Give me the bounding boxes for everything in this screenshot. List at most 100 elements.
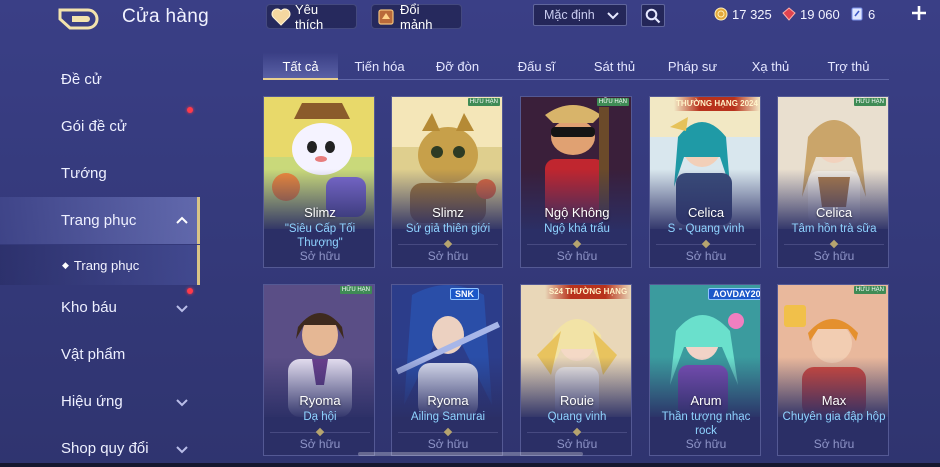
owned-status: Sở hữu [685, 437, 727, 451]
active-tab-indicator [263, 78, 338, 80]
skin-grid: Slimz "Siêu Cấp Tối Thượng" Sở hữu HỮU H… [263, 96, 889, 467]
hero-name: Slimz [304, 205, 336, 220]
skin-card[interactable]: THƯỜNG HẠNG 2024 Celica S - Quang vinh S… [649, 96, 761, 268]
voucher-currency: 6 [850, 6, 875, 22]
tab-assassin[interactable]: Sát thủ [577, 52, 652, 80]
sort-dropdown[interactable]: Mặc định [533, 4, 627, 26]
plus-icon[interactable] [908, 2, 930, 24]
voucher-amount: 6 [868, 6, 876, 22]
skin-name: Tâm hồn trà sữa [791, 223, 877, 235]
hero-name: Slimz [432, 205, 464, 220]
tab-support[interactable]: Trợ thủ [811, 52, 886, 80]
owned-status: Sở hữu [556, 249, 598, 263]
gold-amount: 17 325 [732, 6, 772, 22]
skin-card[interactable]: HỮU HẠN Ryoma Dạ hội Sở hữu [263, 284, 375, 456]
limited-badge: HỮU HẠN [596, 98, 629, 106]
skin-name: Quang vinh [547, 411, 607, 423]
skin-name: Thần tượng nhạc rock [661, 411, 751, 437]
heart-icon [271, 7, 291, 27]
favorites-label: Yêu thích [295, 1, 324, 32]
chevron-down-icon [176, 305, 188, 313]
page-title: Cửa hàng [122, 6, 209, 27]
home-indicator [358, 452, 583, 456]
skin-name: "Siêu Cấp Tối Thượng" [284, 223, 356, 249]
skin-name: Ngộ khá trẩu [544, 223, 610, 235]
skin-card[interactable]: HỮU HẠN Max Chuyên gia đập hộp Sở hữu [777, 284, 889, 456]
sidebar-item-label: Shop quy đổi [61, 440, 149, 457]
owned-status: Sở hữu [556, 437, 598, 451]
favorites-button[interactable]: Yêu thích [266, 1, 357, 32]
chevron-down-icon [176, 399, 188, 407]
fragment-exchange-label: Đổi mảnh [400, 1, 433, 32]
sidebar-subitem-label: Trang phục [73, 257, 140, 273]
tab-fighter[interactable]: Đấu sĩ [499, 52, 574, 80]
chevron-up-icon [176, 216, 188, 224]
voucher-ticket-icon [851, 7, 863, 21]
chevron-down-icon [176, 446, 188, 454]
sidebar-item-treasure[interactable]: Kho báu [0, 284, 200, 331]
owned-status: Sở hữu [813, 437, 855, 451]
back-arrow-icon[interactable] [58, 8, 104, 30]
sidebar-item-exchange-shop[interactable]: Shop quy đổi [0, 425, 200, 467]
chevron-down-icon [607, 12, 619, 20]
sidebar-item-heroes[interactable]: Tướng [0, 150, 200, 197]
skin-name: Ailing Samurai [410, 411, 486, 423]
skin-name: Dạ hội [303, 411, 337, 423]
fragment-exchange-button[interactable]: Đổi mảnh [371, 1, 462, 32]
ruby-amount: 19 060 [800, 6, 840, 22]
tab-tank[interactable]: Đỡ đòn [420, 52, 495, 80]
owned-status: Sở hữu [813, 249, 855, 263]
sidebar-item-featured-packs[interactable]: Gói đề cử [0, 103, 200, 150]
tab-divider [263, 79, 889, 80]
limited-badge: HỮU HẠN [853, 286, 886, 294]
bullet-icon: ◆ [62, 259, 69, 270]
collab-badge: SNK [450, 288, 480, 300]
sidebar-item-label: Trang phục [61, 212, 137, 229]
sidebar-item-effects[interactable]: Hiệu ứng [0, 378, 200, 425]
ruby-currency: 19 060 [782, 6, 840, 22]
sidebar-item-label: Đề cử [61, 71, 102, 88]
sidebar-item-label: Kho báu [61, 299, 117, 316]
skin-card[interactable]: HỮU HẠN Celica Tâm hồn trà sữa Sở hữu [777, 96, 889, 268]
skin-card[interactable]: HỮU HẠN Ngộ Không Ngộ khá trẩu Sở hữu [520, 96, 632, 268]
gold-coin-icon [714, 7, 728, 21]
hero-name: Celica [815, 205, 853, 220]
tab-marksman[interactable]: Xạ thủ [733, 52, 808, 80]
owned-status: Sở hữu [299, 249, 341, 263]
sidebar-item-label: Gói đề cử [61, 118, 127, 135]
sort-value: Mặc định [544, 8, 595, 22]
limited-badge: HỮU HẠN [853, 98, 886, 106]
skin-name: Chuyên gia đập hộp [782, 411, 886, 423]
sidebar-item-label: Tướng [61, 165, 107, 182]
tab-evolution[interactable]: Tiến hóa [342, 52, 417, 80]
sidebar-subitem-skins[interactable]: ◆ Trang phục [0, 245, 200, 285]
ruby-gem-icon [782, 7, 796, 21]
hero-name: Celica [687, 205, 725, 220]
tab-mage[interactable]: Pháp sư [655, 52, 730, 80]
tab-all[interactable]: Tất cả [263, 52, 338, 80]
sidebar-item-label: Vật phẩm [61, 346, 126, 363]
skin-card[interactable]: HỮU HẠN Slimz Sứ giả thiên giới Sở hữu [391, 96, 503, 268]
fragment-icon [376, 7, 396, 27]
skin-card[interactable]: AOVDAY2024 Arum Thần tượng nhạc rock Sở … [649, 284, 761, 456]
sidebar-item-featured[interactable]: Đề cử [0, 56, 200, 103]
sidebar: Đề cử Gói đề cử Tướng Trang phục ◆ Trang… [0, 52, 200, 467]
top-bar: Cửa hàng Yêu thích Đổi mảnh Mặc định 17 … [0, 0, 940, 36]
notification-dot [187, 107, 193, 113]
hero-name: Ryoma [427, 393, 469, 408]
search-button[interactable] [641, 4, 665, 27]
ranked-badge: S24 THƯỜNG HẠNG [545, 285, 631, 299]
skin-name: Sứ giả thiên giới [405, 223, 491, 235]
skin-card[interactable]: S24 THƯỜNG HẠNG Rouie Quang vinh Sở hữu [520, 284, 632, 456]
hero-name: Arum [690, 393, 722, 408]
owned-status: Sở hữu [299, 437, 341, 451]
sidebar-item-items[interactable]: Vật phẩm [0, 331, 200, 378]
sidebar-item-skins[interactable]: Trang phục [0, 197, 200, 244]
hero-name: Rouie [560, 393, 594, 408]
skin-card[interactable]: Slimz "Siêu Cấp Tối Thượng" Sở hữu [263, 96, 375, 268]
hero-name: Max [821, 393, 847, 408]
limited-badge: HỮU HẠN [467, 98, 500, 106]
skin-card[interactable]: SNK Ryoma Ailing Samurai Sở hữu [391, 284, 503, 456]
hero-name: Ryoma [299, 393, 341, 408]
event-badge: AOVDAY2024 [708, 288, 760, 300]
